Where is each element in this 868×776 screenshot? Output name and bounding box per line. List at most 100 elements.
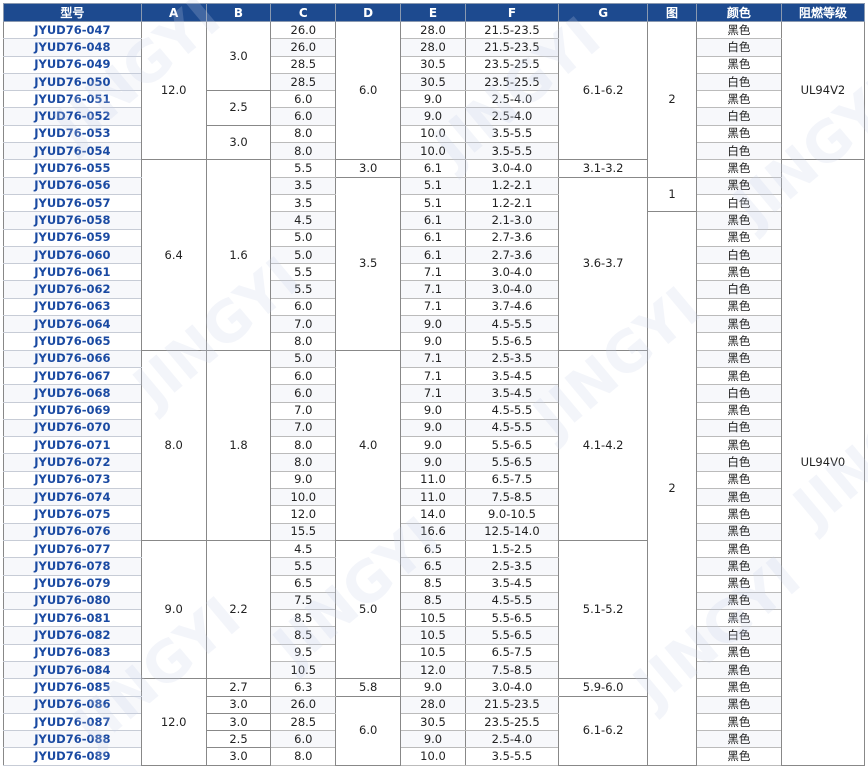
model-cell: JYUD76-058 bbox=[3, 211, 142, 230]
header-figure: 图 bbox=[647, 3, 697, 22]
dim-c: 8.0 bbox=[270, 747, 337, 766]
table-row: JYUD76-065 8.0 9.0 5.5-6.5 黑色 bbox=[3, 332, 865, 351]
dim-g: 3.6-3.7 bbox=[558, 176, 649, 351]
dim-b: 3.0 bbox=[205, 747, 272, 766]
figure-ref: 1 bbox=[647, 176, 697, 213]
header-d: D bbox=[335, 3, 402, 22]
dim-b: 3.0 bbox=[205, 124, 272, 161]
dim-e: 30.5 bbox=[400, 72, 466, 92]
model-cell: JYUD76-068 bbox=[3, 384, 142, 403]
model-cell: JYUD76-081 bbox=[3, 609, 142, 628]
table-row: JYUD76-059 5.0 6.1 2.7-3.6 黑色 bbox=[3, 228, 865, 247]
dim-e: 10.0 bbox=[400, 747, 466, 766]
dim-g: 5.1-5.2 bbox=[558, 539, 649, 680]
model-cell: JYUD76-069 bbox=[3, 401, 142, 420]
color-cell: 白色 bbox=[695, 38, 782, 57]
dim-f: 7.5-8.5 bbox=[464, 488, 560, 507]
dim-d: 6.0 bbox=[335, 695, 402, 766]
header-row: 型号 A B C D E F G 图 颜色 阻燃等级 bbox=[3, 3, 866, 22]
model-cell: JYUD76-089 bbox=[3, 747, 142, 766]
table-row: JYUD76-066 8.0 1.8 5.0 4.0 7.1 2.5-3.5 4.1-4.2 黑… bbox=[3, 349, 865, 541]
dim-b: 3.0 bbox=[205, 695, 272, 714]
dim-c: 28.5 bbox=[270, 72, 337, 92]
model-cell: JYUD76-072 bbox=[3, 453, 142, 472]
dim-f: 2.5-4.0 bbox=[464, 90, 560, 109]
table-row: JYUD76-089 3.0 8.0 10.0 3.5-5.5 黑色 bbox=[3, 747, 865, 766]
dim-e: 7.1 bbox=[400, 297, 466, 317]
table-row: JYUD76-060 5.0 6.1 2.7-3.6 白色 bbox=[3, 245, 865, 265]
dim-f: 3.0-4.0 bbox=[464, 159, 560, 178]
color-cell: 黑色 bbox=[695, 315, 782, 334]
dim-e: 9.0 bbox=[400, 678, 466, 697]
header-c: C bbox=[270, 3, 337, 22]
dim-c: 3.5 bbox=[270, 193, 337, 213]
dim-e: 9.0 bbox=[400, 418, 466, 438]
dim-f: 3.5-4.5 bbox=[464, 366, 560, 386]
dim-e: 10.5 bbox=[400, 643, 466, 662]
dim-e: 6.1 bbox=[400, 211, 466, 230]
dim-e: 10.5 bbox=[400, 609, 466, 628]
dim-c: 8.0 bbox=[270, 436, 337, 455]
model-cell: JYUD76-064 bbox=[3, 315, 142, 334]
table-row: JYUD76-048 26.0 28.0 21.5-23.5 白色 bbox=[3, 38, 865, 57]
table-row: JYUD76-079 6.5 8.5 3.5-4.5 黑色 bbox=[3, 574, 865, 593]
dim-d: 5.8 bbox=[335, 678, 402, 697]
table-row: JYUD76-083 9.5 10.5 6.5-7.5 黑色 bbox=[3, 643, 865, 662]
dim-e: 10.5 bbox=[400, 626, 466, 645]
figure-ref: 2 bbox=[647, 211, 697, 766]
dim-c: 6.0 bbox=[270, 107, 337, 126]
figure-ref: 2 bbox=[647, 21, 697, 178]
dim-g: 3.1-3.2 bbox=[558, 159, 649, 178]
dim-c: 8.5 bbox=[270, 609, 337, 628]
dim-e: 5.1 bbox=[400, 193, 466, 213]
dim-d: 6.0 bbox=[335, 20, 402, 161]
table-row: JYUD76-054 8.0 10.0 3.5-5.5 白色 bbox=[3, 142, 865, 161]
color-cell: 黑色 bbox=[695, 263, 782, 282]
table-row: JYUD76-073 9.0 11.0 6.5-7.5 黑色 bbox=[3, 470, 865, 490]
table-row: JYUD76-051 2.5 6.0 9.0 2.5-4.0 黑色 bbox=[3, 90, 865, 126]
dim-e: 8.5 bbox=[400, 591, 466, 611]
table-row: JYUD76-050 28.5 30.5 23.5-25.5 白色 bbox=[3, 72, 865, 92]
dim-e: 12.0 bbox=[400, 660, 466, 680]
dim-c: 7.5 bbox=[270, 591, 337, 611]
table-row: JYUD76-064 7.0 9.0 4.5-5.5 黑色 bbox=[3, 315, 865, 334]
model-cell: JYUD76-086 bbox=[3, 695, 142, 714]
dim-f: 9.0-10.5 bbox=[464, 505, 560, 524]
header-a: A bbox=[140, 3, 207, 22]
dim-c: 6.3 bbox=[270, 678, 337, 697]
flame-rating: UL94V2 bbox=[780, 20, 866, 161]
model-cell: JYUD76-052 bbox=[3, 107, 142, 126]
dim-f: 3.0-4.0 bbox=[464, 263, 560, 282]
model-cell: JYUD76-088 bbox=[3, 730, 142, 749]
dim-d: 5.0 bbox=[335, 539, 402, 680]
color-cell: 黑色 bbox=[695, 574, 782, 593]
dim-e: 7.1 bbox=[400, 280, 466, 299]
dim-f: 23.5-25.5 bbox=[464, 712, 560, 732]
dim-e: 9.0 bbox=[400, 730, 466, 749]
table-row: JYUD76-086 3.0 26.0 6.0 28.0 21.5-23.5 6.1-6.2… bbox=[3, 695, 865, 766]
color-cell: 白色 bbox=[695, 418, 782, 438]
dim-f: 5.5-6.5 bbox=[464, 626, 560, 645]
dim-c: 26.0 bbox=[270, 38, 337, 57]
table-row: JYUD76-056 3.5 3.5 5.1 1.2-2.1 3.6-3.7 1 黑色 bbox=[3, 176, 865, 351]
dim-e: 7.1 bbox=[400, 366, 466, 386]
color-cell: 黑色 bbox=[695, 695, 782, 714]
dim-c: 8.0 bbox=[270, 453, 337, 472]
dim-c: 4.5 bbox=[270, 539, 337, 559]
dim-g: 6.1-6.2 bbox=[558, 695, 649, 766]
dim-c: 6.0 bbox=[270, 730, 337, 749]
dim-e: 10.0 bbox=[400, 142, 466, 161]
dim-c: 7.0 bbox=[270, 418, 337, 438]
dim-e: 6.5 bbox=[400, 539, 466, 559]
model-cell: JYUD76-084 bbox=[3, 660, 142, 680]
header-g: G bbox=[558, 3, 649, 22]
spec-table: 型号 A B C D E F G 图 颜色 阻燃等级 JYUD76-047 12.… bbox=[3, 3, 866, 766]
table-row: JYUD76-055 6.4 1.6 5.5 3.0 6.1 3.0-4.0 3.1-3.2 黑… bbox=[3, 159, 866, 766]
color-cell: 黑色 bbox=[695, 228, 782, 247]
model-cell: JYUD76-063 bbox=[3, 297, 142, 317]
dim-c: 5.5 bbox=[270, 280, 337, 299]
dim-c: 5.0 bbox=[270, 349, 337, 368]
color-cell: 黑色 bbox=[695, 124, 782, 144]
dim-c: 5.5 bbox=[270, 263, 337, 282]
table-row: JYUD76-069 7.0 9.0 4.5-5.5 黑色 bbox=[3, 401, 865, 420]
